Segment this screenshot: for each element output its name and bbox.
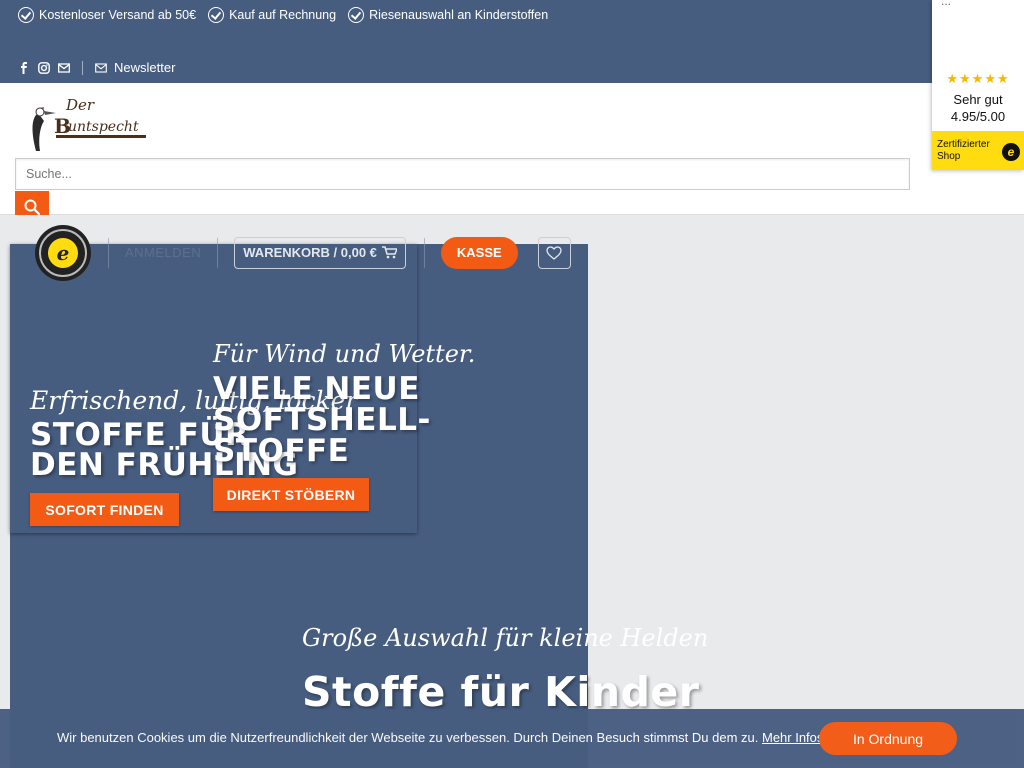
cart-button[interactable]: WARENKORB / 0,00 € [234, 236, 406, 269]
trust-widget-menu[interactable]: ... [941, 0, 951, 8]
divider [108, 237, 109, 268]
svg-text:Der: Der [65, 96, 95, 114]
usp-label: Riesenauswahl an Kinderstoffen [369, 8, 549, 22]
divider [82, 60, 83, 75]
social-links: Newsletter [18, 60, 175, 75]
cart-label: WARENKORB / 0,00 € [243, 245, 377, 260]
slide-2-title: VIELE NEUE SOFTSHELL-STOFFE [213, 371, 431, 469]
search-bar [15, 158, 910, 223]
wishlist-button[interactable] [537, 236, 571, 269]
cookie-more-info-link[interactable]: Mehr Infos [762, 730, 823, 745]
slide-1-button[interactable]: SOFORT FINDEN [30, 493, 179, 526]
facebook-icon[interactable] [18, 61, 30, 74]
email-icon[interactable] [58, 62, 70, 74]
trusted-shops-e-icon: e [48, 238, 78, 268]
newsletter-label: Newsletter [114, 60, 176, 75]
cookie-banner: Wir benutzen Cookies um die Nutzerfreund… [0, 709, 1024, 768]
rating-label: Sehr gut [953, 92, 1003, 107]
instagram-icon[interactable] [38, 61, 50, 74]
checkout-button[interactable]: KASSE [440, 236, 518, 269]
slide-3-tagline: Große Auswahl für kleine Helden [302, 624, 709, 652]
usp-item: Kostenloser Versand ab 50€ [18, 7, 196, 23]
svg-text:untspecht: untspecht [68, 119, 139, 135]
usp-item: Kauf auf Rechnung [208, 7, 336, 23]
newsletter-link[interactable]: Newsletter [95, 60, 175, 75]
divider [423, 237, 425, 268]
header-nav: ANMELDEN WARENKORB / 0,00 € KASSE [108, 236, 571, 269]
logo[interactable]: Der B untspecht [18, 91, 148, 155]
cart-icon [381, 246, 397, 259]
cookie-message: Wir benutzen Cookies um die Nutzerfreund… [57, 730, 823, 745]
top-bar: Kostenloser Versand ab 50€ Kauf auf Rech… [0, 0, 1024, 83]
slide-2-tagline: Für Wind und Wetter. [213, 340, 476, 368]
usp-list: Kostenloser Versand ab 50€ Kauf auf Rech… [18, 7, 548, 23]
rating-stars: ★★★★★ [946, 71, 1010, 86]
rating-text: Sehr gut 4.95/5.00 [932, 91, 1024, 125]
trusted-shops-icon: e [1002, 143, 1020, 161]
cookie-accept-button[interactable]: In Ordnung [819, 722, 957, 755]
usp-label: Kostenloser Versand ab 50€ [39, 8, 197, 22]
slide-2-button[interactable]: DIREKT STÖBERN [213, 478, 369, 511]
heart-icon [546, 245, 562, 260]
rating-value: 4.95/5.00 [950, 109, 1006, 124]
check-circle-icon [348, 7, 365, 23]
usp-item: Riesenauswahl an Kinderstoffen [348, 7, 548, 23]
trust-widget[interactable]: ... ★★★★★ Sehr gut 4.95/5.00 Zertifizier… [932, 0, 1024, 170]
search-icon [24, 199, 40, 215]
cookie-text: Wir benutzen Cookies um die Nutzerfreund… [57, 730, 759, 745]
envelope-icon [95, 62, 107, 74]
usp-label: Kauf auf Rechnung [229, 8, 337, 22]
search-input[interactable] [15, 158, 910, 190]
check-circle-icon [18, 7, 34, 23]
trusted-shops-seal[interactable]: e [35, 225, 91, 281]
certified-badge: Zertifizierter Shop e [932, 131, 1024, 170]
check-circle-icon [208, 7, 225, 23]
divider [217, 237, 219, 268]
certified-label: Zertifizierter Shop [937, 139, 990, 162]
login-link[interactable]: ANMELDEN [125, 245, 201, 260]
header: Der B untspecht [0, 83, 1024, 223]
